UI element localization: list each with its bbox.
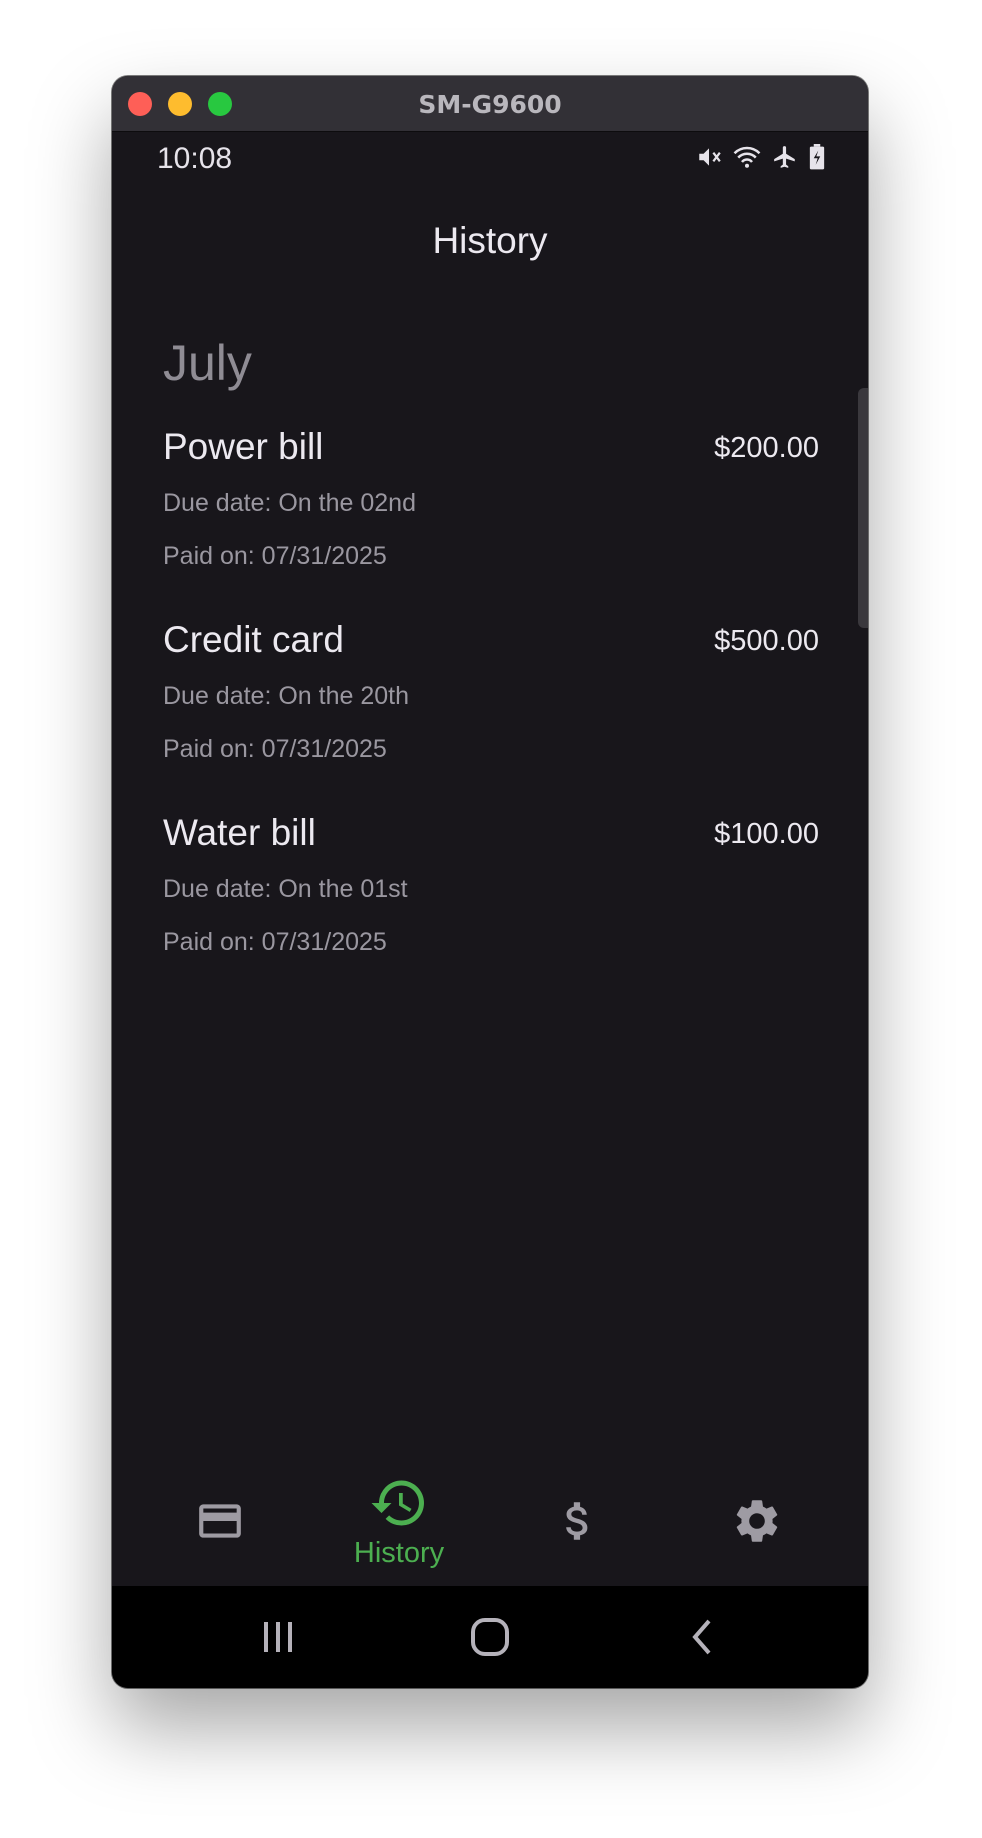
list-item[interactable]: Credit card $500.00 Due date: On the 20t… <box>163 619 819 812</box>
system-navigation-bar <box>112 1586 868 1688</box>
bottom-navigation: History <box>112 1456 868 1586</box>
bill-amount: $200.00 <box>714 432 819 464</box>
page-title: History <box>432 220 548 261</box>
dollar-icon <box>566 1502 588 1540</box>
recent-apps-button[interactable] <box>248 1612 308 1662</box>
back-button[interactable] <box>672 1612 732 1662</box>
history-icon <box>371 1480 424 1525</box>
emulator-window: SM-G9600 10:08 History July Power bill $… <box>112 76 868 1688</box>
status-icons <box>696 144 826 170</box>
battery-charging-icon <box>809 144 825 170</box>
wifi-icon <box>733 146 761 168</box>
window-title: SM-G9600 <box>418 90 562 119</box>
status-time: 10:08 <box>157 142 233 175</box>
credit-card-icon <box>199 1504 241 1538</box>
month-header: July <box>163 335 252 391</box>
bill-due-date: Due date: On the 20th <box>163 682 410 710</box>
bill-paid-date: Paid on: 07/31/2025 <box>163 542 387 570</box>
home-icon <box>471 1618 509 1656</box>
back-icon <box>692 1619 711 1655</box>
bill-amount: $100.00 <box>714 818 819 850</box>
mute-icon <box>699 148 721 166</box>
airplane-icon <box>774 146 795 168</box>
bill-name: Credit card <box>163 619 344 660</box>
nav-item-payments[interactable] <box>503 1456 653 1586</box>
nav-item-settings[interactable] <box>682 1456 832 1586</box>
nav-label-history: History <box>353 1536 445 1569</box>
nav-item-history[interactable]: History <box>324 1456 474 1586</box>
bill-due-date: Due date: On the 02nd <box>163 489 416 517</box>
gear-icon <box>736 1500 778 1542</box>
bill-due-date: Due date: On the 01st <box>163 875 408 903</box>
list-item[interactable]: Power bill $200.00 Due date: On the 02nd… <box>163 426 819 619</box>
bill-list: Power bill $200.00 Due date: On the 02nd… <box>163 426 819 1005</box>
status-bar: 10:08 <box>112 132 868 192</box>
bill-paid-date: Paid on: 07/31/2025 <box>163 735 387 763</box>
bill-paid-date: Paid on: 07/31/2025 <box>163 928 387 956</box>
bill-amount: $500.00 <box>714 625 819 657</box>
home-button[interactable] <box>460 1612 520 1662</box>
nav-item-bills[interactable] <box>145 1456 295 1586</box>
window-titlebar: SM-G9600 <box>112 76 868 132</box>
window-scrollbar[interactable] <box>858 388 868 628</box>
recent-apps-icon <box>264 1622 292 1652</box>
list-item[interactable]: Water bill $100.00 Due date: On the 01st… <box>163 812 819 1005</box>
bill-name: Water bill <box>163 812 316 853</box>
bill-name: Power bill <box>163 426 324 467</box>
